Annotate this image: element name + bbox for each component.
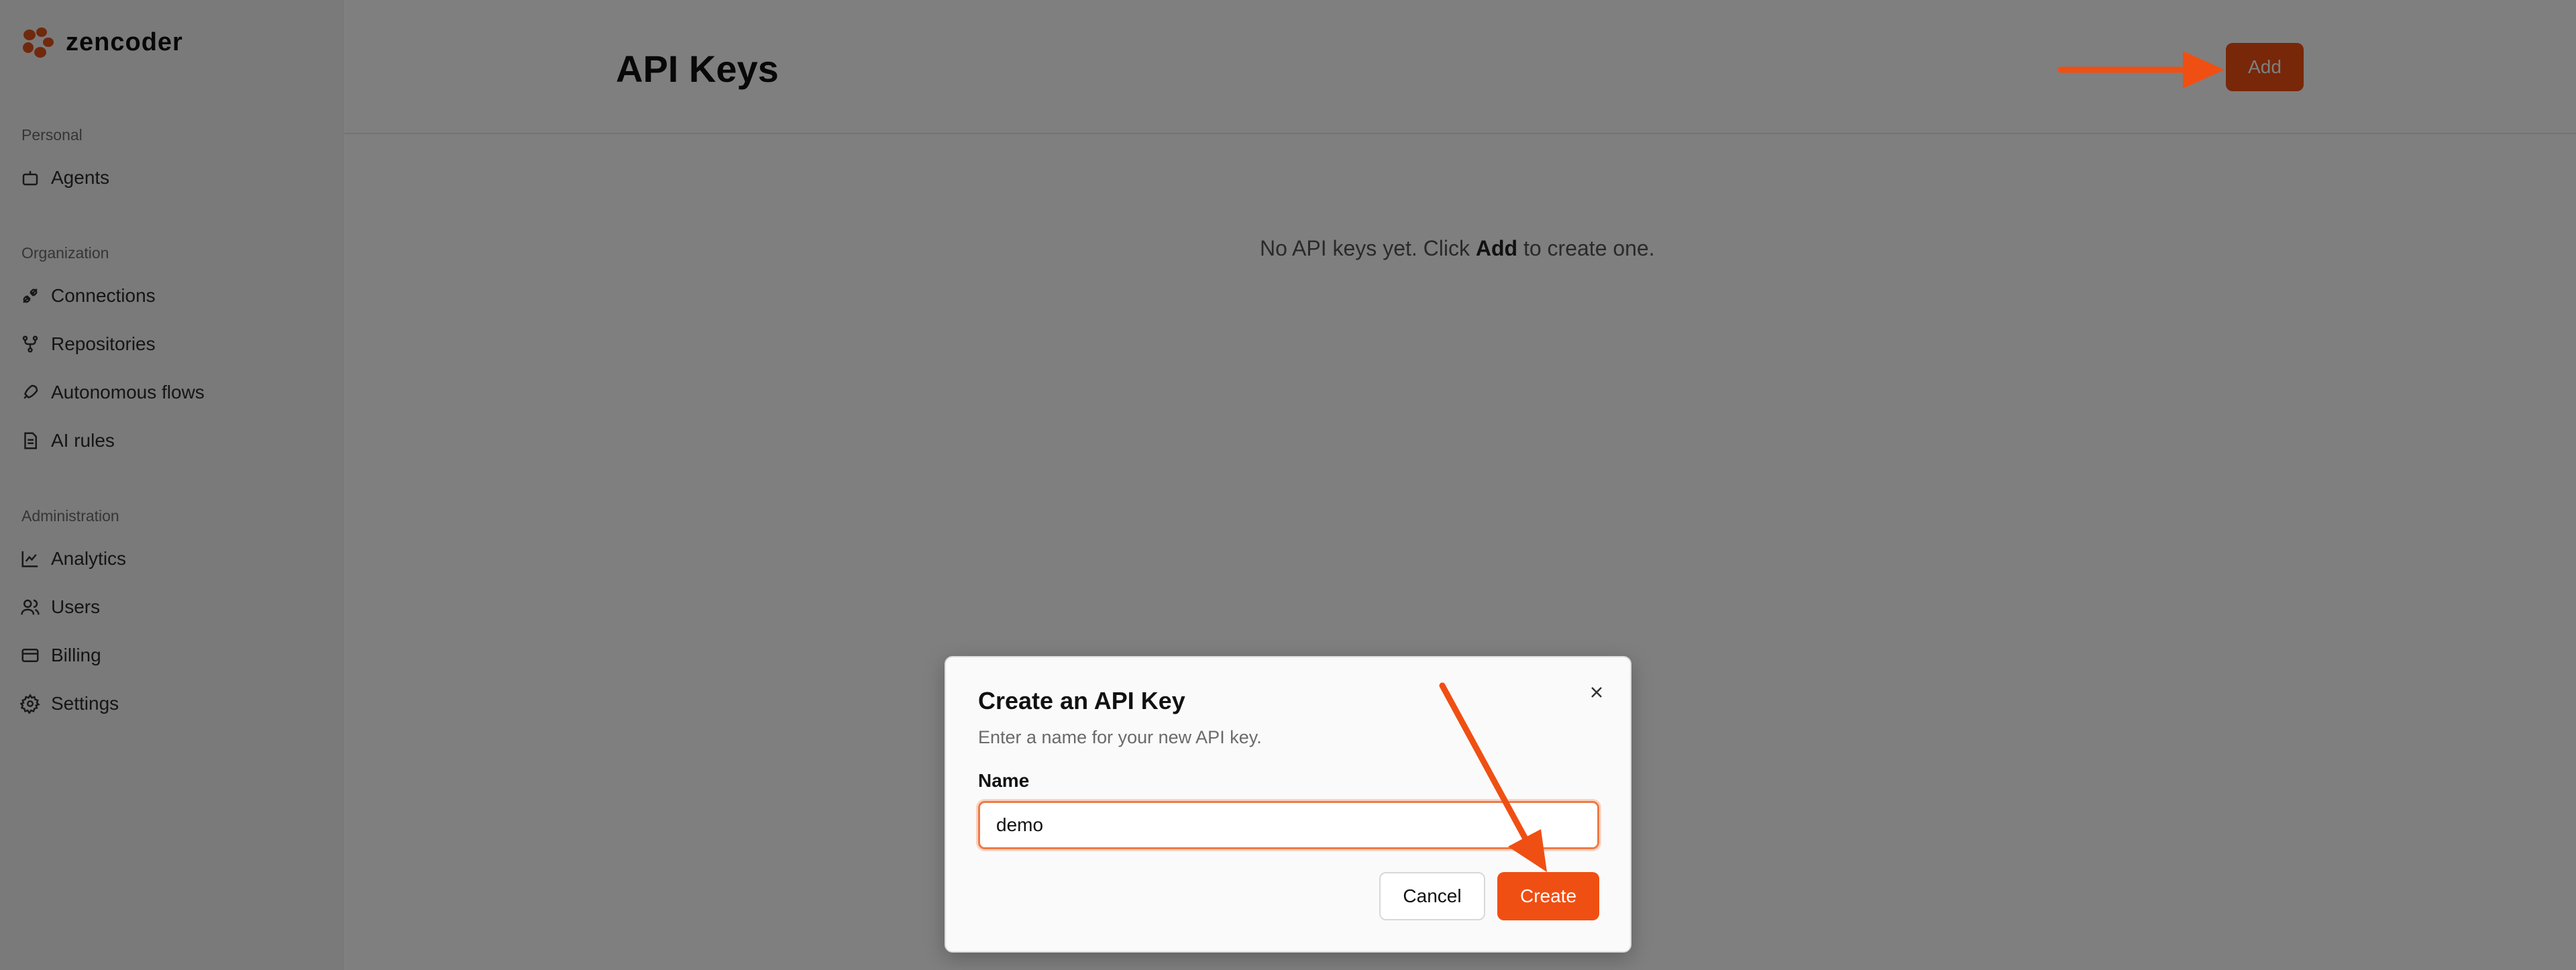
close-icon <box>1591 687 1602 698</box>
create-api-key-dialog: Create an API Key Enter a name for your … <box>945 656 1631 953</box>
dialog-title: Create an API Key <box>978 687 1185 714</box>
cancel-button[interactable]: Cancel <box>1379 872 1485 920</box>
name-input[interactable] <box>978 801 1599 849</box>
create-button[interactable]: Create <box>1497 872 1599 920</box>
close-button[interactable] <box>1583 679 1610 706</box>
dialog-description: Enter a name for your new API key. <box>978 727 1262 747</box>
name-field-label: Name <box>978 770 1030 791</box>
